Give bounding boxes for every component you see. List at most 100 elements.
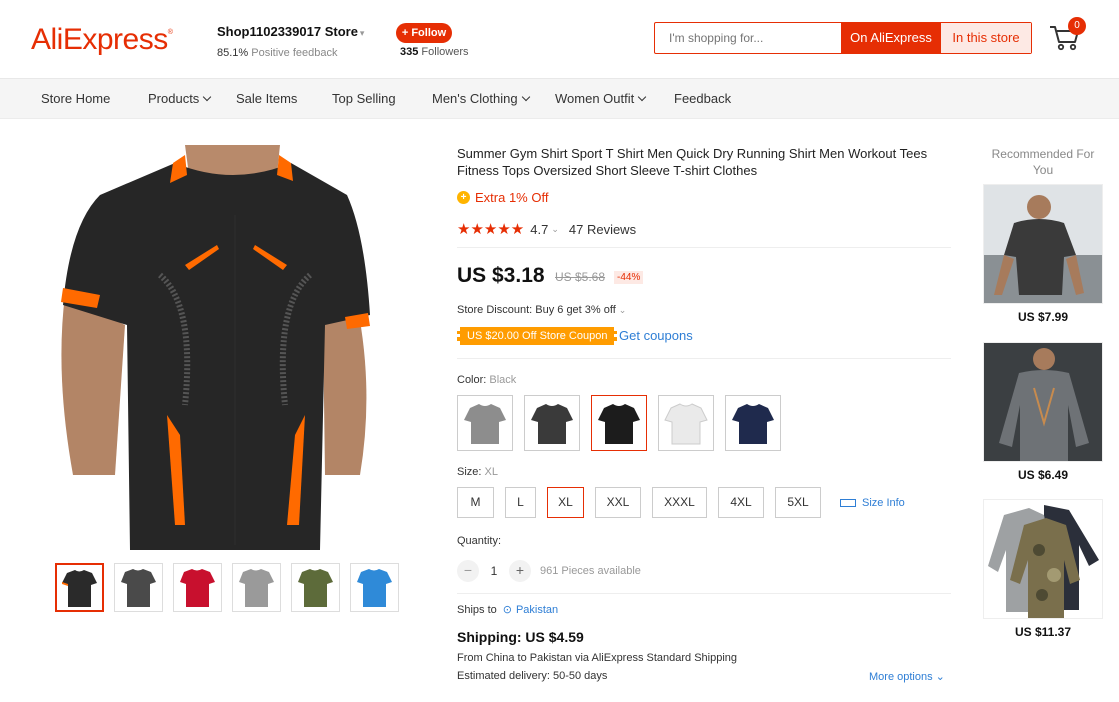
chevron-down-icon: ⌄: [935, 671, 945, 683]
color-label: Color: Black: [457, 374, 516, 386]
follow-button[interactable]: + Follow: [396, 23, 452, 43]
nav-products[interactable]: Products: [148, 91, 212, 106]
rec-photo-camo-shirts: [984, 500, 1102, 618]
thumb-shirt-dark: [121, 569, 156, 607]
thumbnail[interactable]: [114, 563, 163, 612]
store-nav: Store Home Products Sale Items Top Selli…: [0, 79, 1119, 119]
color-selected-value: Black: [489, 374, 517, 386]
recommended-item[interactable]: US $6.49: [983, 342, 1103, 482]
plus-icon[interactable]: +: [509, 560, 531, 582]
size-option[interactable]: 4XL: [718, 487, 764, 518]
product-title: Summer Gym Shirt Sport T Shirt Men Quick…: [457, 146, 928, 178]
size-selected-value: XL: [484, 466, 498, 478]
store-discount[interactable]: Store Discount: Buy 6 get 3% off ⌄: [457, 304, 626, 316]
product-main-image[interactable]: [55, 145, 398, 550]
quantity-label: Quantity:: [457, 535, 502, 547]
quantity-value[interactable]: 1: [479, 564, 509, 578]
thumb-shirt-gray: [239, 569, 274, 607]
recommended-image: [983, 184, 1103, 304]
store-discount-text: Store Discount: Buy 6 get 3% off: [457, 304, 616, 316]
size-options: M L XL XXL XXXL 4XL 5XL Size Info: [457, 487, 905, 518]
search-in-store-button[interactable]: In this store: [941, 23, 1031, 53]
current-price: US $3.18: [457, 264, 545, 287]
nav-label: Sale Items: [236, 91, 298, 106]
thumb-shirt-red: [180, 569, 215, 607]
thumbnail[interactable]: [55, 563, 104, 612]
thumbnail[interactable]: [232, 563, 281, 612]
reviews-link[interactable]: 47 Reviews: [569, 222, 636, 237]
recommended-image: [983, 342, 1103, 462]
shirt-image: [55, 145, 398, 550]
feedback-label: Positive feedback: [251, 47, 338, 59]
chevron-down-icon: ⌄: [618, 305, 627, 315]
recommended-item[interactable]: US $7.99: [983, 184, 1103, 324]
recommended-item[interactable]: US $11.37: [983, 499, 1103, 639]
store-name-text: Shop1102339017 Store: [217, 24, 358, 39]
color-swatch-gray[interactable]: [457, 395, 513, 451]
original-price: US $5.68: [555, 270, 606, 284]
ruler-icon: [840, 498, 856, 507]
nav-store-home[interactable]: Store Home: [41, 91, 110, 106]
recommended-price: US $6.49: [1017, 468, 1069, 482]
size-option[interactable]: M: [457, 487, 494, 518]
recommended-price: US $11.37: [1014, 625, 1072, 639]
divider: [457, 593, 951, 594]
search-bar: On AliExpress In this store: [654, 22, 1032, 54]
search-on-aliexpress-button[interactable]: On AliExpress: [841, 23, 941, 53]
coin-icon: +: [457, 191, 470, 204]
search-input[interactable]: [655, 23, 841, 53]
thumbnail[interactable]: [350, 563, 399, 612]
ships-to: Ships to ⊙ Pakistan: [457, 603, 558, 617]
swatch-shirt-navy: [732, 404, 774, 444]
color-swatch-white[interactable]: [658, 395, 714, 451]
color-swatch-charcoal[interactable]: [524, 395, 580, 451]
shipping-cost: Shipping: US $4.59: [457, 629, 584, 645]
nav-feedback[interactable]: Feedback: [674, 91, 731, 106]
size-info-text: Size Info: [862, 496, 905, 509]
rating-value[interactable]: 4.7: [530, 222, 548, 237]
thumbnail[interactable]: [173, 563, 222, 612]
thumb-shirt-blue: [357, 569, 392, 607]
nav-mens-clothing[interactable]: Men's Clothing: [432, 91, 530, 106]
swatch-shirt-charcoal: [531, 404, 573, 444]
color-swatch-black[interactable]: [591, 395, 647, 451]
nav-women-outfit[interactable]: Women Outfit: [555, 91, 647, 106]
nav-label: Feedback: [674, 91, 732, 106]
color-swatch-navy[interactable]: [725, 395, 781, 451]
thumbnail[interactable]: [291, 563, 340, 612]
store-coupon-badge: US $20.00 Off Store Coupon: [457, 327, 618, 345]
size-option[interactable]: XXL: [595, 487, 641, 518]
star-rating-icon: ★★★★★: [457, 221, 525, 238]
size-option[interactable]: L: [505, 487, 536, 518]
nav-top-selling[interactable]: Top Selling: [332, 91, 396, 106]
size-label: Size: XL: [457, 466, 498, 478]
followers-label: Followers: [421, 46, 469, 58]
size-info-link[interactable]: Size Info: [840, 497, 905, 509]
nav-label: Men's Clothing: [432, 91, 518, 106]
size-option[interactable]: XXXL: [652, 487, 707, 518]
chevron-down-icon: [637, 92, 647, 102]
cart-count-badge: 0: [1068, 17, 1086, 35]
divider: [457, 358, 951, 359]
more-options-link[interactable]: More options ⌄: [869, 670, 945, 683]
ships-to-label: Ships to: [457, 603, 497, 616]
ships-to-country[interactable]: Pakistan: [516, 604, 558, 616]
thumbnail-strip: [55, 563, 399, 612]
store-header: AliExpress® Shop1102339017 Store ▾ 85.1% …: [0, 0, 1119, 79]
rec-photo-longsleeve: [984, 343, 1102, 461]
store-feedback: 85.1% Positive feedback: [217, 47, 337, 59]
chevron-down-icon: ⌄: [551, 223, 559, 234]
nav-label: Store Home: [41, 91, 111, 106]
minus-icon[interactable]: −: [457, 560, 479, 582]
shipping-route: From China to Pakistan via AliExpress St…: [457, 652, 738, 664]
nav-sale-items[interactable]: Sale Items: [236, 91, 297, 106]
store-name[interactable]: Shop1102339017 Store ▾: [217, 24, 364, 39]
aliexpress-logo[interactable]: AliExpress®: [31, 23, 173, 57]
feedback-percent: 85.1%: [217, 47, 249, 59]
extra-off-text: Extra 1% Off: [475, 190, 549, 205]
size-option[interactable]: XL: [547, 487, 584, 518]
size-option[interactable]: 5XL: [775, 487, 821, 518]
get-coupons-link[interactable]: Get coupons: [619, 328, 693, 343]
size-label-text: Size:: [457, 466, 482, 478]
color-swatches: [457, 395, 781, 451]
